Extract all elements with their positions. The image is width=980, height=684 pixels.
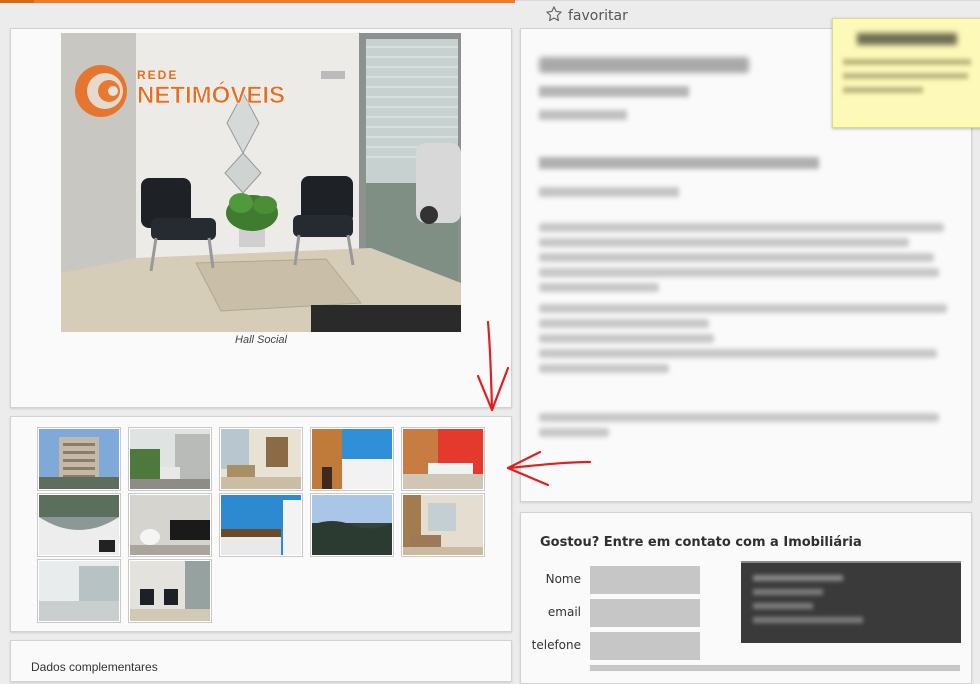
thumbnail-lobby-chairs[interactable] [128, 559, 212, 623]
thumbnail-city-view[interactable] [310, 493, 394, 557]
email-label: email [547, 605, 581, 619]
photo-caption: Hall Social [235, 334, 287, 346]
property-subtitle-blurred [539, 86, 689, 97]
property-ref-blurred [539, 187, 679, 197]
sticky-note [832, 18, 980, 128]
sticky-note-title-blurred [857, 33, 957, 45]
thumbnail-kitchen-blue-wall[interactable] [310, 427, 394, 491]
agency-info-blurred [753, 589, 823, 595]
sticky-note-line-blurred [843, 87, 923, 93]
thumbnail-residential-entrance[interactable] [128, 427, 212, 491]
favorite-label: favoritar [568, 8, 628, 24]
favorite-button[interactable]: favoritar [545, 6, 628, 26]
phone-field[interactable] [590, 632, 700, 660]
thumbnail-empty-room[interactable] [37, 559, 121, 623]
email-field[interactable] [590, 599, 700, 627]
complementary-data-title: Dados complementares [31, 660, 158, 674]
thumbnail-bathroom[interactable] [128, 493, 212, 557]
name-label: Nome [545, 572, 581, 586]
agency-info-blurred [753, 575, 843, 581]
thumbnail-gallery [10, 416, 512, 632]
phone-label: telefone [531, 638, 581, 652]
agency-info-box [741, 561, 961, 643]
thumbnail-living-room-sofa[interactable] [401, 493, 485, 557]
agency-info-blurred [753, 603, 813, 609]
logo-main: NETIMÓVEIS [137, 81, 285, 109]
complementary-data-card: Dados complementares [10, 640, 512, 682]
sticky-note-line-blurred [843, 59, 971, 65]
top-divider [515, 0, 980, 1]
thumbnail-living-room[interactable] [219, 427, 303, 491]
property-location-blurred [539, 110, 627, 120]
logo-top: REDE [137, 68, 178, 82]
thumbnail-bedroom-red-wall[interactable] [401, 427, 485, 491]
thumbnail-building-exterior[interactable] [37, 427, 121, 491]
name-field[interactable] [590, 566, 700, 594]
main-photo[interactable]: REDE NETIMÓVEIS [61, 33, 461, 332]
contact-form-card: Gostou? Entre em contato com a Imobiliár… [520, 512, 972, 684]
sticky-note-line-blurred [843, 73, 968, 79]
star-icon [545, 5, 563, 27]
agency-info-blurred [753, 617, 863, 623]
top-accent-bar [0, 0, 515, 3]
property-description-blurred [539, 223, 949, 437]
message-field[interactable] [590, 665, 960, 671]
thumbnail-kitchen-counter[interactable] [219, 493, 303, 557]
property-headline-blurred [539, 157, 819, 169]
thumbnail-curved-balcony[interactable] [37, 493, 121, 557]
contact-title: Gostou? Entre em contato com a Imobiliár… [540, 535, 862, 550]
property-title-blurred [539, 57, 749, 73]
main-photo-card: REDE NETIMÓVEIS Hall Social [10, 28, 512, 408]
